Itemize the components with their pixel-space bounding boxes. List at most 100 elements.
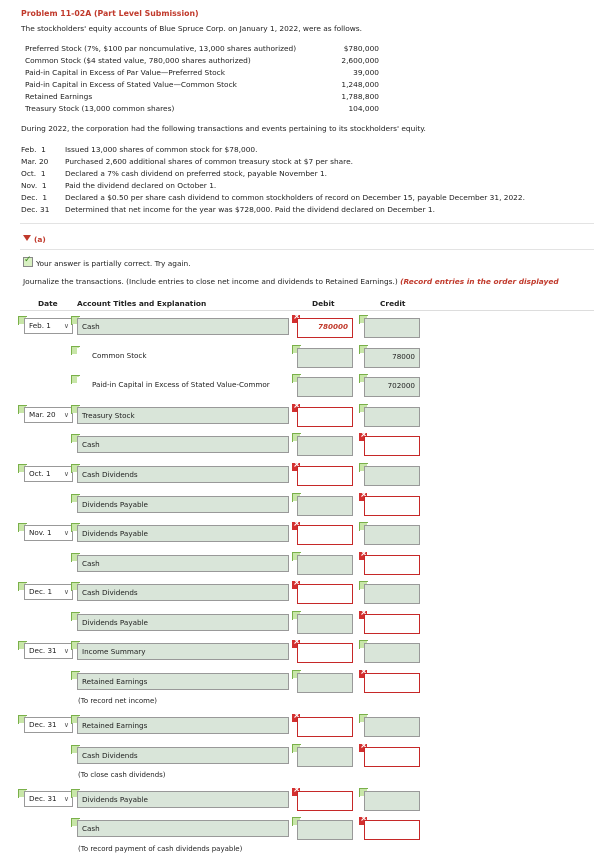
account-field[interactable]: Cash Dividends xyxy=(77,584,289,601)
debit-input[interactable] xyxy=(297,407,353,427)
debit-input[interactable] xyxy=(297,747,353,767)
instructions: Journalize the transactions. (Include en… xyxy=(23,277,559,286)
date-select[interactable]: Nov. 1 ∨ xyxy=(24,525,73,541)
account-field[interactable]: Dividends Payable xyxy=(77,614,289,631)
event-date: Nov. 1 xyxy=(21,181,47,190)
credit-input[interactable] xyxy=(364,407,420,427)
debit-input[interactable] xyxy=(297,496,353,516)
debit-input[interactable] xyxy=(297,584,353,604)
account-field[interactable]: Retained Earnings xyxy=(77,717,289,734)
event-text: Determined that net income for the year … xyxy=(65,205,435,214)
credit-input[interactable] xyxy=(364,525,420,545)
account-field[interactable]: Paid-in Capital in Excess of Stated Valu… xyxy=(77,377,289,394)
account-field[interactable]: Cash Dividends xyxy=(77,466,289,483)
equity-amount: $780,000 xyxy=(343,44,379,53)
equity-amount: 39,000 xyxy=(353,68,379,77)
event-date: Feb. 1 xyxy=(21,145,46,154)
account-field[interactable]: Dividends Payable xyxy=(77,791,289,808)
account-field[interactable]: Dividends Payable xyxy=(77,525,289,542)
header-debit: Debit xyxy=(312,299,335,308)
debit-input[interactable] xyxy=(297,525,353,545)
account-field[interactable]: Cash xyxy=(77,318,289,335)
event-text: Paid the dividend declared on October 1. xyxy=(65,181,217,190)
status-text: Your answer is partially correct. Try ag… xyxy=(36,259,191,268)
credit-input[interactable]: 702000 xyxy=(364,377,420,397)
event-text: Issued 13,000 shares of common stock for… xyxy=(65,145,258,154)
date-select[interactable]: Dec. 31 ∨ xyxy=(24,791,73,807)
credit-input[interactable] xyxy=(364,318,420,338)
debit-input[interactable] xyxy=(297,820,353,840)
account-field[interactable]: Treasury Stock xyxy=(77,407,289,424)
debit-input[interactable] xyxy=(297,717,353,737)
credit-input[interactable] xyxy=(364,747,420,767)
credit-input[interactable] xyxy=(364,791,420,811)
divider xyxy=(20,249,594,250)
date-select[interactable]: Mar. 20 ∨ xyxy=(24,407,73,423)
account-field[interactable]: Cash xyxy=(77,436,289,453)
credit-input[interactable] xyxy=(364,436,420,456)
chevron-down-icon: ∨ xyxy=(63,721,69,729)
part-toggle[interactable]: (a) xyxy=(23,235,46,244)
date-select[interactable]: Dec. 31 ∨ xyxy=(24,717,73,733)
equity-amount: 104,000 xyxy=(348,104,379,113)
event-date: Dec. 1 xyxy=(21,193,48,202)
debit-input[interactable] xyxy=(297,614,353,634)
event-text: Purchased 2,600 additional shares of com… xyxy=(65,157,353,166)
chevron-down-icon: ∨ xyxy=(63,411,69,419)
account-field[interactable]: Income Summary xyxy=(77,643,289,660)
account-field[interactable]: Dividends Payable xyxy=(77,496,289,513)
date-value: Dec. 31 xyxy=(29,794,57,803)
header-credit: Credit xyxy=(380,299,406,308)
credit-input[interactable] xyxy=(364,584,420,604)
equity-label: Paid-in Capital in Excess of Par Value—P… xyxy=(25,68,225,77)
credit-input[interactable] xyxy=(364,466,420,486)
note-payment: (To record payment of cash dividends pay… xyxy=(78,845,243,853)
debit-input[interactable] xyxy=(297,643,353,663)
event-text: Declared a $0.50 per share cash dividend… xyxy=(65,193,525,202)
debit-input[interactable] xyxy=(297,466,353,486)
date-value: Feb. 1 xyxy=(29,321,51,330)
account-field[interactable]: Cash xyxy=(77,555,289,572)
credit-input[interactable] xyxy=(364,496,420,516)
date-value: Mar. 20 xyxy=(29,410,56,419)
chevron-down-icon: ∨ xyxy=(63,529,69,537)
event-date: Dec. 31 xyxy=(21,205,50,214)
credit-input[interactable] xyxy=(364,614,420,634)
account-field[interactable]: Common Stock xyxy=(77,348,289,365)
equity-label: Common Stock ($4 stated value, 780,000 s… xyxy=(25,56,251,65)
equity-label: Treasury Stock (13,000 common shares) xyxy=(25,104,175,113)
debit-input[interactable]: 780000 xyxy=(297,318,353,338)
equity-amount: 1,788,800 xyxy=(341,92,379,101)
account-field[interactable]: Retained Earnings xyxy=(77,673,289,690)
debit-input[interactable] xyxy=(297,791,353,811)
date-value: Oct. 1 xyxy=(29,469,51,478)
equity-label: Preferred Stock (7%, $100 par noncumulat… xyxy=(25,44,297,53)
account-field[interactable]: Cash Dividends xyxy=(77,747,289,764)
date-select[interactable]: Oct. 1 ∨ xyxy=(24,466,73,482)
account-field[interactable]: Cash xyxy=(77,820,289,837)
credit-input[interactable] xyxy=(364,820,420,840)
debit-input[interactable] xyxy=(297,436,353,456)
credit-input[interactable] xyxy=(364,555,420,575)
divider xyxy=(20,223,594,224)
credit-input[interactable] xyxy=(364,717,420,737)
debit-input[interactable] xyxy=(297,673,353,693)
equity-label: Retained Earnings xyxy=(25,92,93,101)
credit-input[interactable]: 78000 xyxy=(364,348,420,368)
debit-input[interactable] xyxy=(297,377,353,397)
header-account: Account Titles and Explanation xyxy=(77,299,207,308)
credit-input[interactable] xyxy=(364,673,420,693)
chevron-down-icon: ∨ xyxy=(63,588,69,596)
note-close-dividends: (To close cash dividends) xyxy=(78,771,166,779)
date-value: Dec. 31 xyxy=(29,646,57,655)
debit-input[interactable] xyxy=(297,555,353,575)
equity-label: Paid-in Capital in Excess of Stated Valu… xyxy=(25,80,237,89)
debit-input[interactable] xyxy=(297,348,353,368)
note-net-income: (To record net income) xyxy=(78,697,157,705)
chevron-down-icon: ∨ xyxy=(63,322,69,330)
date-select[interactable]: Dec. 1 ∨ xyxy=(24,584,73,600)
problem-intro: The stockholders' equity accounts of Blu… xyxy=(21,24,362,33)
credit-input[interactable] xyxy=(364,643,420,663)
date-select[interactable]: Dec. 31 ∨ xyxy=(24,643,73,659)
date-select[interactable]: Feb. 1 ∨ xyxy=(24,318,73,334)
